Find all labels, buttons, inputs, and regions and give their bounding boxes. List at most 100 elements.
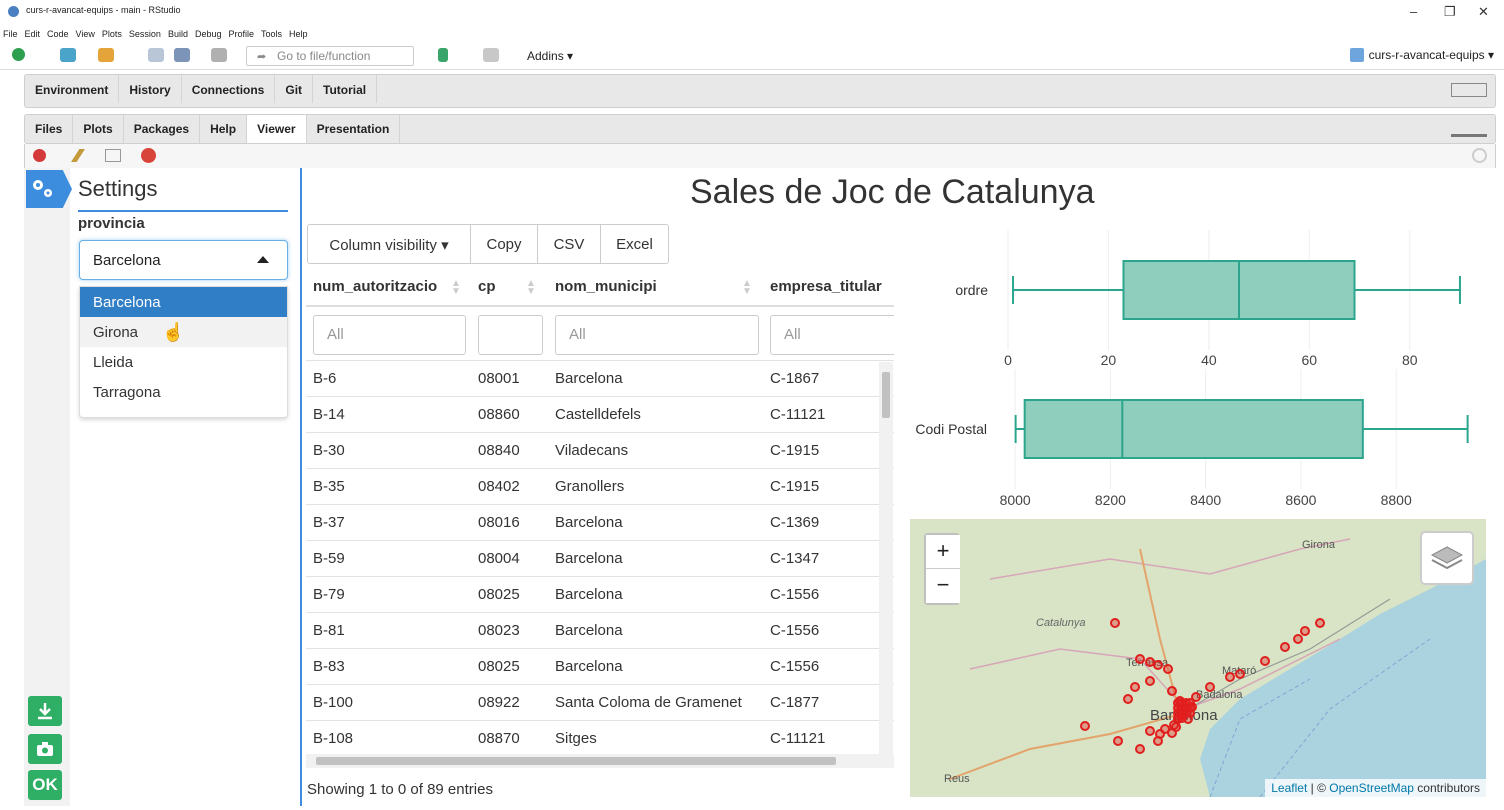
filter-empresa-titular[interactable]: All xyxy=(770,315,894,355)
column-header-nom-municipi[interactable]: nom_municipi xyxy=(555,278,657,295)
maximize-button[interactable]: ❐ xyxy=(1444,4,1456,20)
menu-profile[interactable]: Profile xyxy=(229,29,255,39)
scroll-thumb[interactable] xyxy=(882,372,890,418)
clear-broom-icon[interactable] xyxy=(71,149,85,162)
tab-connections[interactable]: Connections xyxy=(182,75,276,103)
option-barcelona[interactable]: Barcelona xyxy=(80,287,287,317)
table-vertical-scrollbar[interactable] xyxy=(879,362,893,754)
new-file-icon[interactable] xyxy=(12,48,25,61)
column-header-cp[interactable]: cp xyxy=(478,278,496,295)
map-marker[interactable] xyxy=(1145,726,1155,736)
menu-plots[interactable]: Plots xyxy=(102,29,122,39)
zoom-out-button[interactable]: − xyxy=(926,569,960,603)
column-visibility-button[interactable]: Column visibility ▾ xyxy=(307,224,471,264)
menu-debug[interactable]: Debug xyxy=(195,29,222,39)
map-marker[interactable] xyxy=(1167,686,1177,696)
menu-session[interactable]: Session xyxy=(129,29,161,39)
show-new-window-icon[interactable] xyxy=(105,149,121,162)
table-row[interactable]: B-37 08016 Barcelona C-1369 xyxy=(306,504,894,540)
tab-tutorial[interactable]: Tutorial xyxy=(313,75,378,103)
map-marker[interactable] xyxy=(1123,694,1133,704)
map-marker[interactable] xyxy=(1260,656,1270,666)
table-horizontal-scrollbar[interactable] xyxy=(306,754,894,768)
map-marker[interactable] xyxy=(1113,736,1123,746)
save-icon[interactable] xyxy=(148,48,164,62)
menu-code[interactable]: Code xyxy=(47,29,69,39)
settings-gear-icon[interactable] xyxy=(26,170,72,208)
table-row[interactable]: B-79 08025 Barcelona C-1556 xyxy=(306,576,894,612)
table-row[interactable]: B-6 08001 Barcelona C-1867 xyxy=(306,360,894,396)
map-marker[interactable] xyxy=(1080,721,1090,731)
tab-environment[interactable]: Environment xyxy=(25,75,120,103)
excel-button[interactable]: Excel xyxy=(600,224,669,264)
tab-files[interactable]: Files xyxy=(25,115,74,143)
table-row[interactable]: B-81 08023 Barcelona C-1556 xyxy=(306,612,894,648)
git-icon[interactable] xyxy=(438,48,448,62)
goto-file-input[interactable]: ➦ Go to file/function xyxy=(246,46,414,66)
map-marker[interactable] xyxy=(1205,682,1215,692)
stop-icon[interactable] xyxy=(141,148,156,163)
leaflet-link[interactable]: Leaflet xyxy=(1271,781,1307,795)
ok-button[interactable]: OK xyxy=(28,770,62,800)
map-marker[interactable] xyxy=(1177,713,1187,723)
map-marker[interactable] xyxy=(1225,672,1235,682)
tab-history[interactable]: History xyxy=(119,75,182,103)
map-marker[interactable] xyxy=(1300,626,1310,636)
remove-viewer-icon[interactable] xyxy=(33,149,46,162)
scroll-thumb[interactable] xyxy=(316,757,836,765)
map-marker[interactable] xyxy=(1293,634,1303,644)
map-marker[interactable] xyxy=(1315,618,1325,628)
copy-button[interactable]: Copy xyxy=(470,224,538,264)
layers-button[interactable] xyxy=(1420,531,1474,585)
tab-viewer[interactable]: Viewer xyxy=(247,115,307,143)
grid-layout-icon[interactable] xyxy=(483,48,499,62)
column-header-num-autoritzacio[interactable]: num_autoritzacio xyxy=(313,278,437,295)
table-row[interactable]: B-108 08870 Sitges C-11121 xyxy=(306,720,894,756)
filter-cp[interactable] xyxy=(478,315,543,355)
table-row[interactable]: B-59 08004 Barcelona C-1347 xyxy=(306,540,894,576)
refresh-icon[interactable] xyxy=(1472,148,1487,163)
csv-button[interactable]: CSV xyxy=(537,224,601,264)
download-button[interactable] xyxy=(28,696,62,726)
option-tarragona[interactable]: Tarragona xyxy=(80,377,287,407)
map-marker[interactable] xyxy=(1163,664,1173,674)
tab-git[interactable]: Git xyxy=(275,75,314,103)
pane-restore-icon[interactable] xyxy=(1451,83,1487,97)
map-marker[interactable] xyxy=(1110,618,1120,628)
leaflet-map[interactable]: Girona Catalunya Terrassa Mataró Badalon… xyxy=(910,519,1486,797)
column-header-empresa-titular[interactable]: empresa_titular xyxy=(770,278,894,295)
menu-edit[interactable]: Edit xyxy=(25,29,41,39)
map-marker[interactable] xyxy=(1145,676,1155,686)
save-all-icon[interactable] xyxy=(174,48,190,62)
map-marker[interactable] xyxy=(1153,660,1163,670)
new-project-icon[interactable] xyxy=(60,48,76,62)
project-menu[interactable]: curs-r-avancat-equips ▾ xyxy=(1349,48,1494,62)
menu-tools[interactable]: Tools xyxy=(261,29,282,39)
table-row[interactable]: B-100 08922 Santa Coloma de Gramenet C-1877 xyxy=(306,684,894,720)
osm-link[interactable]: OpenStreetMap xyxy=(1329,781,1414,795)
tab-packages[interactable]: Packages xyxy=(124,115,201,143)
map-marker[interactable] xyxy=(1171,722,1181,732)
menu-file[interactable]: File xyxy=(3,29,18,39)
filter-nom-municipi[interactable]: All xyxy=(555,315,759,355)
zoom-in-button[interactable]: + xyxy=(926,535,960,569)
map-marker[interactable] xyxy=(1185,708,1195,718)
map-marker[interactable] xyxy=(1280,642,1290,652)
filter-num-autoritzacio[interactable]: All xyxy=(313,315,466,355)
tab-help[interactable]: Help xyxy=(200,115,248,143)
close-button[interactable]: ✕ xyxy=(1478,4,1489,20)
map-marker[interactable] xyxy=(1235,669,1245,679)
screenshot-camera-button[interactable] xyxy=(28,734,62,764)
print-icon[interactable] xyxy=(211,48,227,62)
tab-plots[interactable]: Plots xyxy=(73,115,124,143)
provincia-select[interactable]: Barcelona xyxy=(79,240,288,280)
open-file-icon[interactable] xyxy=(98,48,114,62)
table-row[interactable]: B-30 08840 Viladecans C-1915 xyxy=(306,432,894,468)
pane-minimize-icon[interactable] xyxy=(1451,123,1487,137)
map-marker[interactable] xyxy=(1130,682,1140,692)
map-marker[interactable] xyxy=(1135,654,1145,664)
menu-build[interactable]: Build xyxy=(168,29,188,39)
option-lleida[interactable]: Lleida xyxy=(80,347,287,377)
map-marker[interactable] xyxy=(1135,744,1145,754)
table-row[interactable]: B-14 08860 Castelldefels C-11121 xyxy=(306,396,894,432)
